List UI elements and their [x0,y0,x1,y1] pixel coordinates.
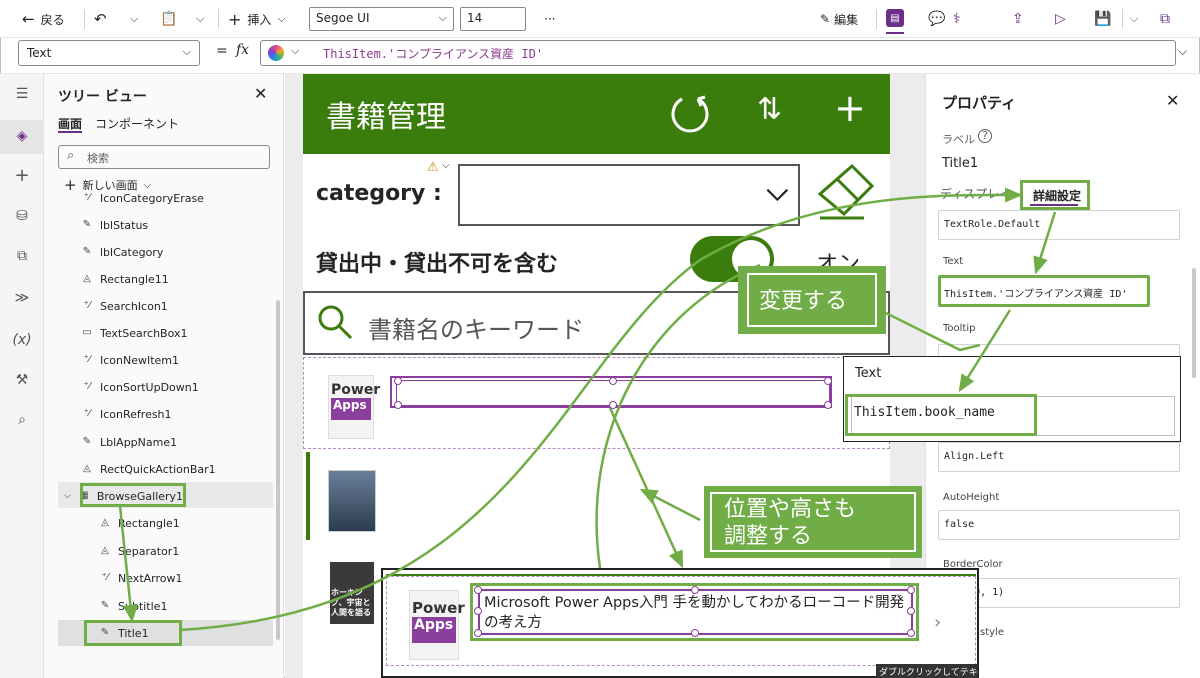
callout-change: 変更する [738,266,886,334]
highlight-title1 [84,620,182,646]
callout-adjust: 位置や高さも 調整する [704,486,922,558]
annotation-arrows [118,187,1057,637]
highlight-browsegallery [80,483,186,507]
